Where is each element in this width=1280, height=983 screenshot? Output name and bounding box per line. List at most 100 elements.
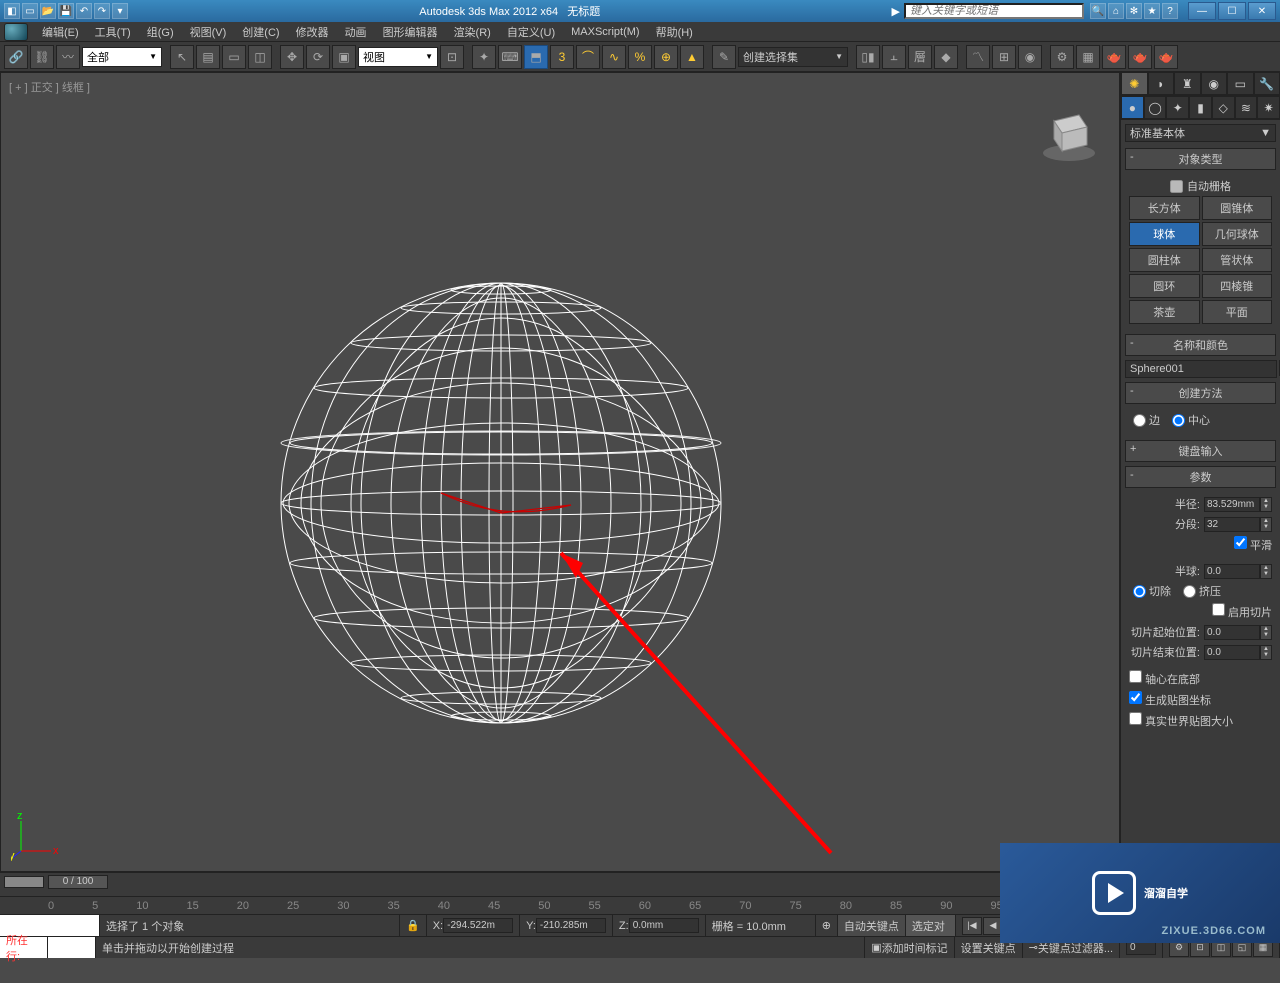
smooth-checkbox[interactable]: 平滑 (1234, 536, 1272, 553)
object-name-input[interactable] (1125, 360, 1277, 378)
prim-sphere[interactable]: 球体 (1129, 222, 1200, 246)
mirror-icon[interactable]: ▲ (680, 45, 704, 69)
creation-edge-radio[interactable]: 边 (1133, 412, 1160, 428)
gen-uv-checkbox[interactable]: 生成贴图坐标 (1129, 691, 1211, 708)
cat-systems-icon[interactable]: ✷ (1257, 96, 1280, 119)
pivot-center-icon[interactable]: ⊡ (440, 45, 464, 69)
viewcube-icon[interactable] (1039, 103, 1099, 163)
bind-space-warp-icon[interactable]: 〰 (56, 45, 80, 69)
curve-editor-icon[interactable]: 〽 (966, 45, 990, 69)
mirror-tool-icon[interactable]: ▯▮ (856, 45, 880, 69)
select-by-name-icon[interactable]: ▤ (196, 45, 220, 69)
select-object-icon[interactable]: ↖ (170, 45, 194, 69)
link-icon[interactable]: 🔗 (4, 45, 28, 69)
real-world-checkbox[interactable]: 真实世界贴图大小 (1129, 712, 1233, 729)
cat-shapes-icon[interactable]: ◯ (1144, 96, 1167, 119)
tab-utilities-icon[interactable]: 🔧 (1254, 72, 1280, 95)
viewport[interactable]: [ + ] 正交 ] 线框 ] (0, 72, 1120, 872)
schematic-view-icon[interactable]: ⊞ (992, 45, 1016, 69)
keyboard-shortcut-icon[interactable]: ⌨ (498, 45, 522, 69)
tab-create-icon[interactable]: ✺ (1121, 72, 1148, 95)
cat-geometry-icon[interactable]: ● (1121, 96, 1144, 119)
goto-start-icon[interactable]: |◀ (962, 917, 982, 935)
communication-icon[interactable]: ✻ (1126, 3, 1142, 19)
redo-icon[interactable]: ↷ (94, 3, 110, 19)
manipulate-icon[interactable]: ✦ (472, 45, 496, 69)
new-icon[interactable]: ▭ (22, 3, 38, 19)
scale-icon[interactable]: ▣ (332, 45, 356, 69)
named-sel-edit-icon[interactable]: ✎ (712, 45, 736, 69)
coord-y-input[interactable] (536, 918, 606, 933)
cat-cameras-icon[interactable]: ▮ (1189, 96, 1212, 119)
primitive-category-combo[interactable]: 标准基本体▼ (1125, 124, 1276, 142)
minimize-button[interactable]: — (1188, 2, 1216, 20)
render-iterative-icon[interactable]: 🫖 (1128, 45, 1152, 69)
tab-motion-icon[interactable]: ◉ (1201, 72, 1228, 95)
angle-snap-icon[interactable]: 3 (550, 45, 574, 69)
qat-dropdown-icon[interactable]: ▾ (112, 3, 128, 19)
select-region-rect-icon[interactable]: ▭ (222, 45, 246, 69)
lock-icon[interactable]: 🔒 (406, 919, 420, 932)
maximize-button[interactable]: ☐ (1218, 2, 1246, 20)
percent-icon[interactable]: % (628, 45, 652, 69)
prim-cone[interactable]: 圆锥体 (1202, 196, 1273, 220)
add-time-tag-button[interactable]: 添加时间标记 (882, 940, 948, 956)
chop-radio[interactable]: 切除 (1133, 583, 1171, 599)
rollout-name-color[interactable]: 名称和颜色 (1125, 334, 1276, 356)
tab-hierarchy-icon[interactable]: ♜ (1174, 72, 1201, 95)
slice-to-spinner[interactable]: ▲▼ (1260, 645, 1272, 660)
rendered-frame-icon[interactable]: ▦ (1076, 45, 1100, 69)
hemi-input[interactable] (1204, 564, 1260, 579)
prim-geosphere[interactable]: 几何球体 (1202, 222, 1273, 246)
material-editor-icon[interactable]: ◉ (1018, 45, 1042, 69)
spinner-snap-icon[interactable]: ∿ (602, 45, 626, 69)
menu-maxscript[interactable]: MAXScript(M) (563, 24, 647, 40)
app-logo-icon[interactable] (4, 23, 28, 41)
edit-named-sel-icon[interactable]: ⊕ (654, 45, 678, 69)
infocenter-icon[interactable]: 🔍 (1090, 3, 1106, 19)
slice-from-input[interactable] (1204, 625, 1260, 640)
snap-toggle-icon[interactable]: ⬒ (524, 45, 548, 69)
render-icon[interactable]: 🫖 (1154, 45, 1178, 69)
menu-animation[interactable]: 动画 (337, 22, 375, 42)
time-slider-scrubber[interactable] (4, 876, 44, 888)
prim-box[interactable]: 长方体 (1129, 196, 1200, 220)
segments-spinner[interactable]: ▲▼ (1260, 517, 1272, 532)
rollout-keyboard-entry[interactable]: 键盘输入 (1125, 440, 1276, 462)
menu-view[interactable]: 视图(V) (182, 22, 235, 42)
menu-create[interactable]: 创建(C) (234, 22, 287, 42)
selection-filter-combo[interactable]: 全部▼ (82, 47, 162, 67)
rotate-icon[interactable]: ⟳ (306, 45, 330, 69)
undo-icon[interactable]: ↶ (76, 3, 92, 19)
render-setup-icon[interactable]: ⚙ (1050, 45, 1074, 69)
script-line-field[interactable] (48, 937, 96, 958)
radius-spinner[interactable]: ▲▼ (1260, 497, 1272, 512)
menu-tools[interactable]: 工具(T) (87, 22, 139, 42)
percent-snap-icon[interactable]: ⌒ (576, 45, 600, 69)
cat-spacewarps-icon[interactable]: ≋ (1235, 96, 1258, 119)
prim-torus[interactable]: 圆环 (1129, 274, 1200, 298)
base-pivot-checkbox[interactable]: 轴心在底部 (1129, 670, 1200, 687)
subscription-icon[interactable]: ⌂ (1108, 3, 1124, 19)
favorites-icon[interactable]: ★ (1144, 3, 1160, 19)
unlink-icon[interactable]: ⛓ (30, 45, 54, 69)
graphite-icon[interactable]: ◆ (934, 45, 958, 69)
segments-input[interactable] (1204, 517, 1260, 532)
prim-teapot[interactable]: 茶壶 (1129, 300, 1200, 324)
timeconfig-icon[interactable]: ⊕ (822, 919, 831, 932)
coord-x-input[interactable] (443, 918, 513, 933)
menu-grapheditor[interactable]: 图形编辑器 (375, 22, 446, 42)
time-slider-handle[interactable]: 0 / 100 (48, 875, 108, 889)
move-icon[interactable]: ✥ (280, 45, 304, 69)
autokey-button[interactable]: 自动关键点 (838, 915, 906, 936)
render-prod-icon[interactable]: 🫖 (1102, 45, 1126, 69)
rollout-object-type[interactable]: 对象类型 (1125, 148, 1276, 170)
selkey-combo[interactable]: 选定对 (906, 915, 956, 936)
prim-plane[interactable]: 平面 (1202, 300, 1273, 324)
rollout-creation-method[interactable]: 创建方法 (1125, 382, 1276, 404)
prim-tube[interactable]: 管状体 (1202, 248, 1273, 272)
prim-pyramid[interactable]: 四棱锥 (1202, 274, 1273, 298)
menu-customize[interactable]: 自定义(U) (499, 22, 563, 42)
slice-to-input[interactable] (1204, 645, 1260, 660)
cat-helpers-icon[interactable]: ◇ (1212, 96, 1235, 119)
